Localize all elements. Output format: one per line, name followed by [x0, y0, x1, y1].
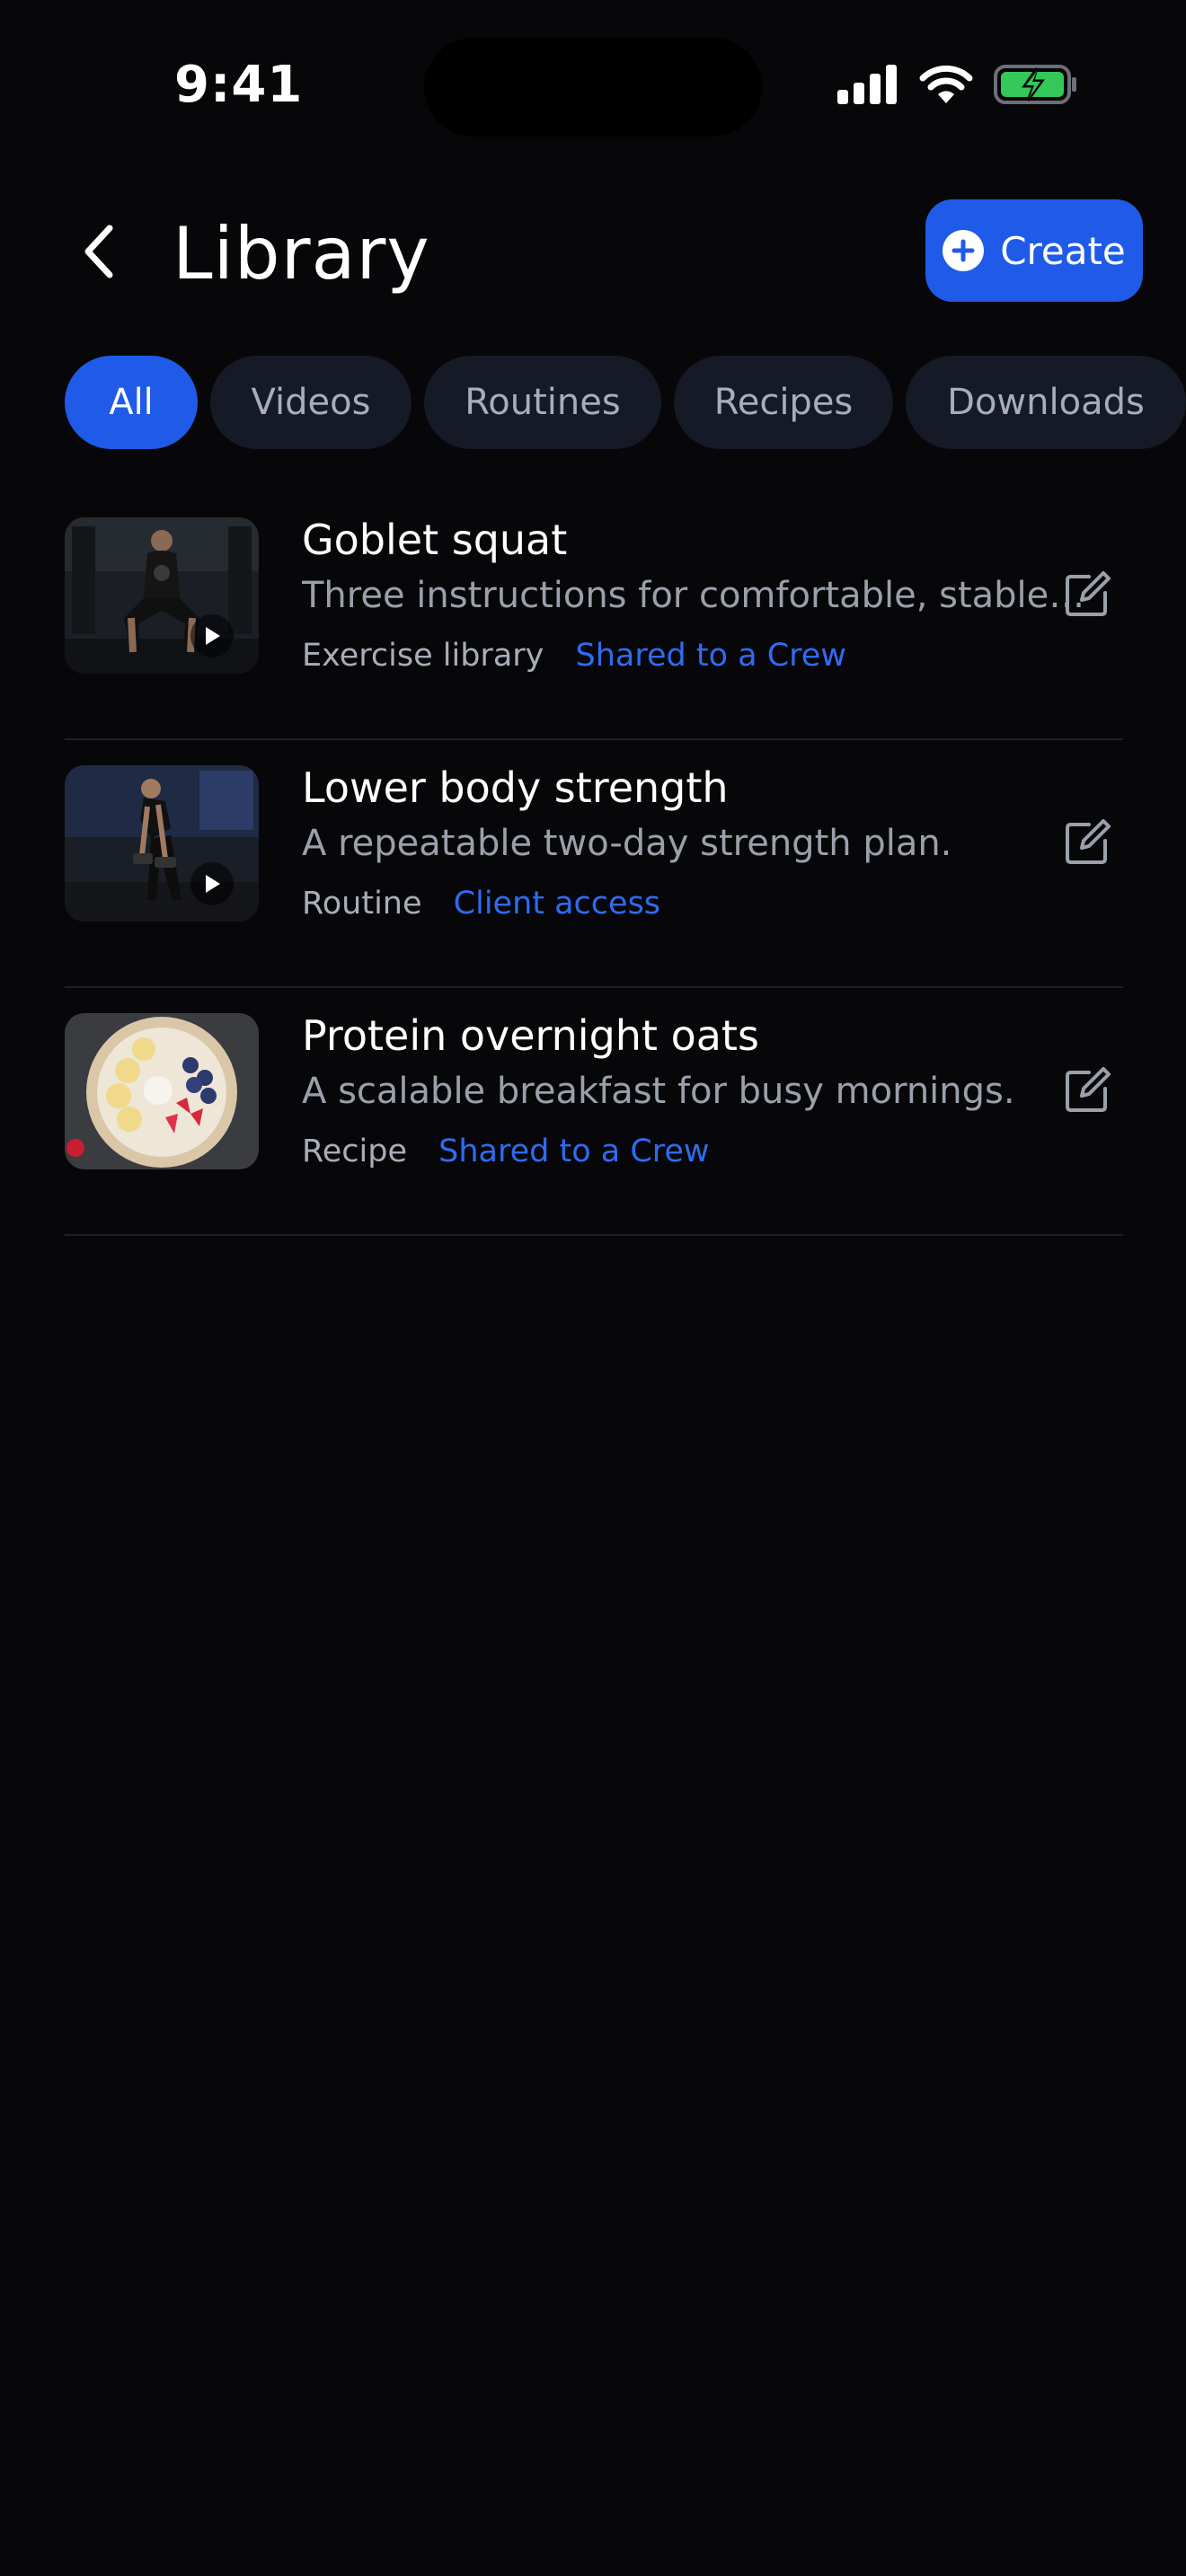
edit-button[interactable] [1062, 569, 1120, 627]
item-thumbnail-lower-body-strength [65, 765, 259, 922]
item-description: A repeatable two-day strength plan. [302, 823, 952, 864]
item-description: Three instructions for comfortable, stab… [302, 575, 1093, 616]
list-item[interactable]: Goblet squat Three instructions for comf… [65, 492, 1123, 740]
back-button[interactable] [72, 216, 126, 287]
dynamic-island [424, 38, 762, 137]
play-icon [190, 614, 234, 657]
wifi-icon [919, 65, 973, 103]
item-sharing[interactable]: Shared to a Crew [576, 638, 846, 674]
item-meta: Routine Client access [302, 886, 660, 922]
back-chevron-icon [84, 225, 113, 278]
edit-button[interactable] [1062, 1065, 1120, 1123]
item-title: Lower body strength [302, 763, 729, 812]
status-icons [837, 63, 1078, 106]
item-sharing[interactable]: Shared to a Crew [438, 1134, 709, 1169]
item-meta: Exercise library Shared to a Crew [302, 638, 846, 674]
battery-icon [994, 65, 1076, 104]
filter-chip-recipes[interactable]: Recipes [674, 356, 893, 449]
item-kind: Exercise library [302, 638, 544, 674]
filter-chip-all[interactable]: All [65, 356, 198, 449]
list-item[interactable]: Lower body strength A repeatable two-day… [65, 740, 1123, 988]
filter-chip-downloads[interactable]: Downloads [906, 356, 1186, 449]
item-title: Protein overnight oats [302, 1011, 759, 1060]
item-thumbnail-goblet-squat [65, 517, 259, 674]
filter-chip-routines[interactable]: Routines [424, 356, 661, 449]
signal-icon [837, 65, 897, 104]
item-title: Goblet squat [302, 516, 568, 564]
item-kind: Recipe [302, 1134, 407, 1169]
edit-icon [1066, 1067, 1111, 1112]
create-button-label: Create [1000, 228, 1126, 273]
play-icon [190, 862, 234, 905]
item-thumbnail-protein-overnight-oats [65, 1013, 259, 1169]
item-description: A scalable breakfast for busy mornings. [302, 1071, 1015, 1112]
create-button[interactable]: Create [925, 199, 1143, 302]
filter-chip-videos[interactable]: Videos [210, 356, 412, 449]
edit-icon [1066, 571, 1111, 616]
list-item[interactable]: Protein overnight oats A scalable breakf… [65, 988, 1123, 1236]
filter-chips: All Videos Routines Recipes Downloads [65, 356, 1186, 449]
library-list: Goblet squat Three instructions for comf… [65, 492, 1123, 1236]
item-meta: Recipe Shared to a Crew [302, 1134, 710, 1169]
edit-button[interactable] [1062, 817, 1120, 875]
status-time: 9:41 [174, 56, 304, 114]
library-screen: 9:41 Library Create All Videos Routines … [0, 0, 1186, 2576]
page-title: Library [173, 212, 430, 296]
item-sharing[interactable]: Client access [454, 886, 660, 922]
edit-icon [1066, 819, 1111, 864]
item-kind: Routine [302, 886, 422, 922]
plus-circle-icon [943, 230, 985, 271]
